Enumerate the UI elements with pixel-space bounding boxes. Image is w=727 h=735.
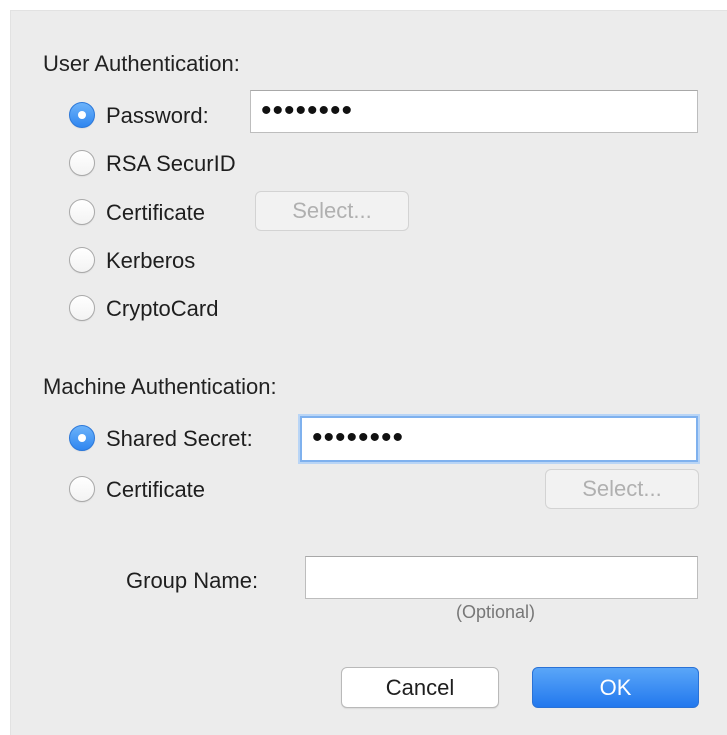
user-certificate-select-button[interactable]: Select... (255, 191, 409, 231)
auth-dialog: User Authentication: Password: •••••••• … (10, 10, 727, 735)
ok-button[interactable]: OK (532, 667, 699, 708)
user-certificate-label[interactable]: Certificate (106, 200, 205, 226)
kerberos-radio[interactable] (69, 247, 95, 273)
group-name-input[interactable] (305, 556, 698, 599)
kerberos-label[interactable]: Kerberos (106, 248, 195, 274)
user-certificate-radio[interactable] (69, 199, 95, 225)
rsa-securid-label[interactable]: RSA SecurID (106, 151, 236, 177)
machine-certificate-radio[interactable] (69, 476, 95, 502)
machine-auth-title: Machine Authentication: (43, 374, 277, 399)
cryptocard-radio[interactable] (69, 295, 95, 321)
shared-secret-field[interactable]: •••••••• (300, 416, 698, 462)
cryptocard-label[interactable]: CryptoCard (106, 296, 218, 322)
user-auth-title: User Authentication: (43, 51, 240, 76)
machine-certificate-select-button[interactable]: Select... (545, 469, 699, 509)
rsa-securid-radio[interactable] (69, 150, 95, 176)
password-label[interactable]: Password: (106, 103, 209, 129)
password-field[interactable]: •••••••• (250, 90, 698, 133)
group-name-label: Group Name: (126, 568, 259, 593)
group-name-optional-hint: (Optional) (456, 602, 536, 622)
shared-secret-label[interactable]: Shared Secret: (106, 426, 286, 452)
shared-secret-radio[interactable] (69, 425, 95, 451)
machine-certificate-label[interactable]: Certificate (106, 477, 205, 503)
password-radio[interactable] (69, 102, 95, 128)
cancel-button[interactable]: Cancel (341, 667, 499, 708)
